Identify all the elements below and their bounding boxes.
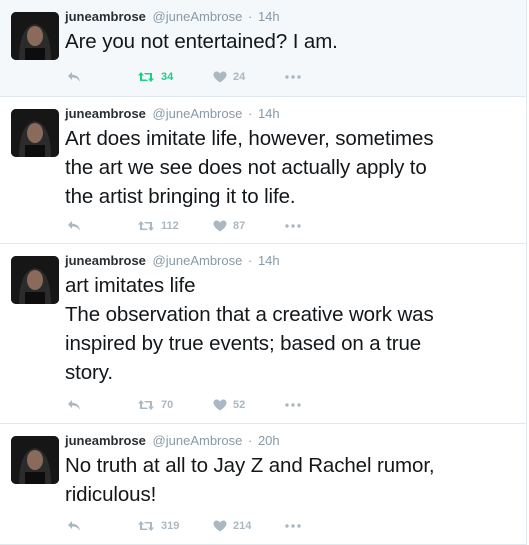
retweet-count: 112 xyxy=(161,220,179,232)
like-count: 24 xyxy=(233,71,246,83)
reply-button[interactable] xyxy=(67,517,81,535)
more-icon xyxy=(285,75,301,79)
user-handle[interactable]: @juneAmbrose xyxy=(153,9,243,24)
separator: · xyxy=(247,9,253,24)
more-icon xyxy=(285,403,301,407)
heart-icon xyxy=(213,71,227,83)
user-handle[interactable]: @juneAmbrose xyxy=(153,253,243,268)
tweet-text: No truth at all to Jay Z and Rachel rumo… xyxy=(65,451,505,509)
retweet-count: 70 xyxy=(161,399,174,411)
user-fullname[interactable]: juneambrose xyxy=(65,433,146,448)
tweet-timeline: juneambrose @juneAmbrose · 14h Are you n… xyxy=(0,0,529,545)
user-handle[interactable]: @juneAmbrose xyxy=(153,106,243,121)
tweet-header: juneambrose @juneAmbrose · 14h xyxy=(65,253,280,269)
tweet-text-line: The observation that a creative work was xyxy=(65,303,434,326)
avatar[interactable] xyxy=(11,436,59,484)
retweet-count: 34 xyxy=(161,71,174,83)
reply-icon xyxy=(68,521,80,531)
tweet[interactable]: juneambrose @juneAmbrose · 14h Are you n… xyxy=(0,0,527,97)
tweet-text-line: art imitates life xyxy=(65,274,196,297)
tweet-text: Are you not entertained? I am. xyxy=(65,27,505,56)
more-button[interactable] xyxy=(285,68,301,86)
retweet-button[interactable]: 319 xyxy=(137,517,179,535)
more-button[interactable] xyxy=(285,396,301,414)
tweet-text: art imitates life The observation that a… xyxy=(65,271,505,387)
tweet-text-line: inspired by true events; based on a true xyxy=(65,332,422,355)
timestamp[interactable]: 14h xyxy=(258,106,280,121)
retweet-button[interactable]: 70 xyxy=(137,396,173,414)
reply-button[interactable] xyxy=(67,68,81,86)
like-count: 52 xyxy=(233,399,246,411)
timestamp[interactable]: 14h xyxy=(258,9,280,24)
tweet-text-line: ridiculous! xyxy=(65,483,157,506)
tweet[interactable]: juneambrose @juneAmbrose · 20h No truth … xyxy=(0,424,527,545)
more-button[interactable] xyxy=(285,217,301,235)
reply-icon xyxy=(68,400,80,410)
tweet[interactable]: juneambrose @juneAmbrose · 14h art imita… xyxy=(0,244,527,424)
retweet-icon xyxy=(138,72,154,82)
tweet-text-line: Are you not entertained? I am. xyxy=(65,30,338,53)
tweet-text-line: story. xyxy=(65,361,113,384)
separator: · xyxy=(247,433,253,448)
like-button[interactable]: 24 xyxy=(213,68,245,86)
tweet-text-line: No truth at all to Jay Z and Rachel rumo… xyxy=(65,454,435,477)
separator: · xyxy=(247,106,253,121)
avatar[interactable] xyxy=(11,256,59,304)
timestamp[interactable]: 14h xyxy=(258,253,280,268)
retweet-icon xyxy=(138,521,154,531)
more-icon xyxy=(285,524,301,528)
reply-icon xyxy=(68,221,80,231)
heart-icon xyxy=(213,399,227,411)
tweet-text: Art does imitate life, however, sometime… xyxy=(65,124,505,211)
tweet-header: juneambrose @juneAmbrose · 14h xyxy=(65,106,280,122)
tweet-text-line: the art we see does not actually apply t… xyxy=(65,156,427,179)
reply-icon xyxy=(68,72,80,82)
reply-button[interactable] xyxy=(67,396,81,414)
tweet-text-line: the artist bringing it to life. xyxy=(65,185,296,208)
more-button[interactable] xyxy=(285,517,301,535)
like-button[interactable]: 214 xyxy=(213,517,251,535)
retweet-button[interactable]: 34 xyxy=(137,68,173,86)
tweet[interactable]: juneambrose @juneAmbrose · 14h Art does … xyxy=(0,97,527,244)
separator: · xyxy=(247,253,253,268)
tweet-text-line: Art does imitate life, however, sometime… xyxy=(65,127,434,150)
more-icon xyxy=(285,224,301,228)
user-fullname[interactable]: juneambrose xyxy=(65,106,146,121)
avatar[interactable] xyxy=(11,109,59,157)
heart-icon xyxy=(213,520,227,532)
like-count: 87 xyxy=(233,220,246,232)
retweet-icon xyxy=(138,221,154,231)
user-handle[interactable]: @juneAmbrose xyxy=(153,433,243,448)
tweet-header: juneambrose @juneAmbrose · 14h xyxy=(65,9,280,25)
like-button[interactable]: 52 xyxy=(213,396,245,414)
user-fullname[interactable]: juneambrose xyxy=(65,9,146,24)
like-count: 214 xyxy=(233,520,252,532)
avatar[interactable] xyxy=(11,12,59,60)
heart-icon xyxy=(213,220,227,232)
user-fullname[interactable]: juneambrose xyxy=(65,253,146,268)
retweet-button[interactable]: 112 xyxy=(137,217,179,235)
retweet-count: 319 xyxy=(161,520,180,532)
reply-button[interactable] xyxy=(67,217,81,235)
like-button[interactable]: 87 xyxy=(213,217,245,235)
tweet-header: juneambrose @juneAmbrose · 20h xyxy=(65,433,280,449)
retweet-icon xyxy=(138,400,154,410)
timestamp[interactable]: 20h xyxy=(258,433,280,448)
